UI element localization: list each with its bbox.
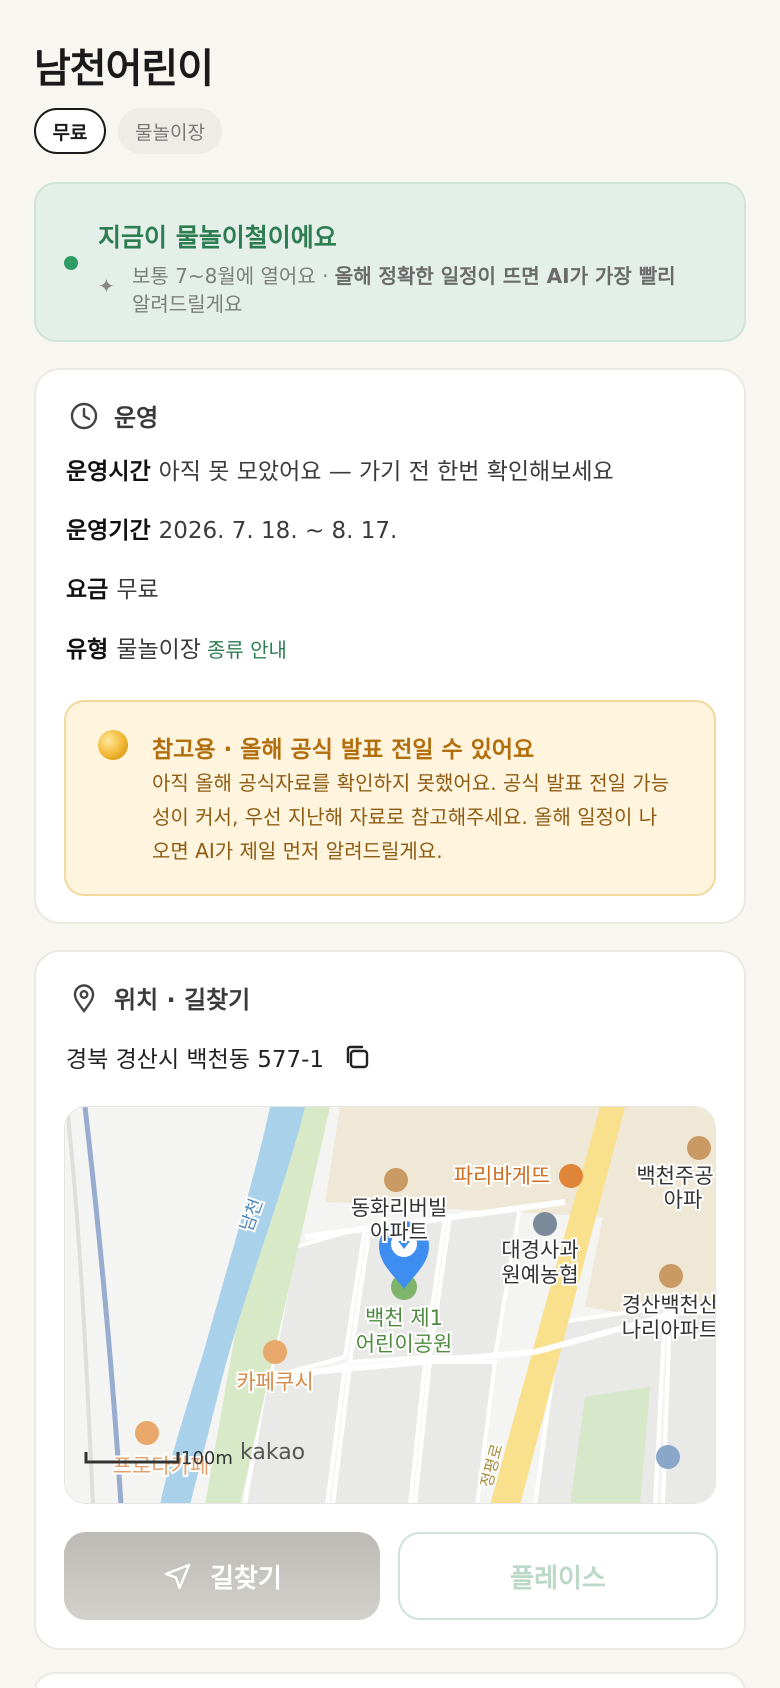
map-scale-label: 100m <box>181 1448 233 1469</box>
type-value: 물놀이장 <box>116 637 201 663</box>
directions-button[interactable]: 길찾기 <box>64 1532 380 1620</box>
address-text: 경북 경산시 백천동 577-1 <box>66 1047 325 1073</box>
operation-card: 운영 운영시간 아직 못 모았어요 — 가기 전 한번 확인해보세요 운영기간 20… <box>34 368 746 924</box>
map-label-apartment: 경산백천산 <box>622 1293 716 1317</box>
hours-key: 운영시간 <box>66 459 151 485</box>
map-label-cafe: 카페쿠시 <box>236 1370 313 1394</box>
church-icon <box>656 1445 680 1469</box>
season-sub-bold: 올해 정확한 일정이 뜨면 AI가 가장 빨리 <box>334 264 676 288</box>
building-icon <box>384 1168 408 1192</box>
hours-row: 운영시간 아직 못 모았어요 — 가기 전 한번 확인해보세요 <box>66 452 614 486</box>
period-value: 2026. 7. 18. ~ 8. 17. <box>158 518 398 544</box>
map-label-apartment: 동화리버빌 <box>351 1196 448 1220</box>
hours-value: 아직 못 모았어요 — 가기 전 한번 확인해보세요 <box>158 459 614 485</box>
notice-title: 참고용 · 올해 공식 발표 전일 수 있어요 <box>152 737 535 763</box>
type-row: 유형 물놀이장 종류 안내 <box>66 630 287 664</box>
fee-chip: 무료 <box>34 108 106 154</box>
map-label-bank-2: 원예농협 <box>501 1263 578 1287</box>
map-label-apartment: 백천주공 <box>636 1164 713 1188</box>
operation-label: 운영 <box>114 404 159 432</box>
period-key: 운영기간 <box>66 518 151 544</box>
map-label-apartment-2: 아파트 <box>370 1220 428 1244</box>
location-label: 위치 · 길찾기 <box>114 986 251 1014</box>
season-sub-tail: 알려드릴게요 <box>132 292 243 316</box>
map-label-apartment-2: 나리아파트 <box>622 1318 716 1342</box>
operation-header: 운영 <box>68 398 158 433</box>
sparkle-icon: ✦ <box>98 274 115 298</box>
next-card-edge <box>34 1672 746 1688</box>
cafe-icon <box>263 1340 287 1364</box>
bakery-icon <box>559 1164 583 1188</box>
map-label-park-2: 어린이공원 <box>356 1332 453 1356</box>
type-chip: 물놀이장 <box>118 108 222 154</box>
page-title: 남천어린이 <box>34 46 214 92</box>
cafe-icon <box>135 1421 159 1445</box>
location-pin-icon <box>73 983 95 1013</box>
navigation-arrow-icon <box>164 1563 191 1590</box>
fee-key: 요금 <box>66 577 109 603</box>
directions-label: 길찾기 <box>210 1563 282 1594</box>
season-sub-plain: 보통 7~8월에 열어요 · <box>132 264 335 288</box>
map-view[interactable]: 남천 동화리버빌 아파트 파리바게뜨 백천주공 아파 대경사과 원예농협 경산백… <box>64 1106 716 1504</box>
building-icon <box>659 1264 683 1288</box>
map-label-bank: 대경사과 <box>501 1238 578 1262</box>
place-button[interactable]: 플레이스 <box>398 1532 718 1620</box>
type-key: 유형 <box>66 637 109 663</box>
map-brand-logo: kakao <box>240 1440 305 1465</box>
address-row: 경북 경산시 백천동 577-1 <box>66 1040 372 1074</box>
copy-icon[interactable] <box>342 1042 372 1072</box>
map-label-bakery: 파리바게뜨 <box>454 1164 551 1188</box>
fee-value: 무료 <box>116 577 159 603</box>
type-guide-link[interactable]: 종류 안내 <box>207 638 287 662</box>
notice-icon <box>98 730 128 760</box>
season-subtext: 보통 7~8월에 열어요 · 올해 정확한 일정이 뜨면 AI가 가장 빨리알려… <box>132 262 722 318</box>
building-icon <box>687 1136 711 1160</box>
notice-body: 아직 올해 공식자료를 확인하지 못했어요. 공식 발표 전일 가능성이 커서,… <box>152 771 670 863</box>
location-header: 위치 · 길찾기 <box>68 980 250 1015</box>
map-label-apartment-2: 아파 <box>664 1188 703 1212</box>
fee-row: 요금 무료 <box>66 570 159 604</box>
season-banner: 지금이 물놀이철이에요 ✦ 보통 7~8월에 열어요 · 올해 정확한 일정이 … <box>34 182 746 342</box>
bank-icon <box>533 1212 557 1236</box>
reference-notice: 참고용 · 올해 공식 발표 전일 수 있어요 아직 올해 공식자료를 확인하지… <box>64 700 716 896</box>
season-headline: 지금이 물놀이철이에요 <box>98 223 337 252</box>
location-card: 위치 · 길찾기 경북 경산시 백천동 577-1 남천 동화리버빌 아파트 파… <box>34 950 746 1650</box>
status-dot <box>64 256 78 270</box>
map-label-park: 백천 제1 <box>365 1306 443 1330</box>
period-row: 운영기간 2026. 7. 18. ~ 8. 17. <box>66 511 397 545</box>
clock-icon <box>70 402 98 429</box>
